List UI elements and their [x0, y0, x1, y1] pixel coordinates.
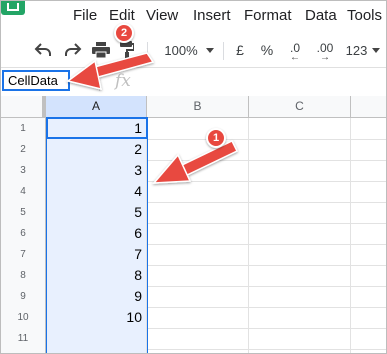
- cell-a[interactable]: [46, 328, 147, 349]
- cell-c[interactable]: [249, 139, 351, 160]
- cell-c[interactable]: [249, 265, 351, 286]
- row-header[interactable]: 9: [1, 286, 46, 307]
- cell-b[interactable]: [147, 286, 249, 307]
- spreadsheet-window: File Edit View Insert Format Data Tools …: [0, 0, 387, 354]
- row-header[interactable]: 12: [1, 349, 46, 353]
- cell-a[interactable]: [46, 349, 147, 353]
- cell-a[interactable]: 4: [46, 181, 147, 202]
- cell-c[interactable]: [249, 328, 351, 349]
- formula-bar: CellData fx: [1, 67, 386, 97]
- cell-c[interactable]: [249, 307, 351, 328]
- row-header[interactable]: 11: [1, 328, 46, 349]
- table-row: 33: [1, 160, 386, 182]
- annotation-badge-1: 1: [206, 128, 226, 148]
- cell-a[interactable]: 2: [46, 139, 147, 160]
- row-header[interactable]: 4: [1, 181, 46, 202]
- row-header[interactable]: 10: [1, 307, 46, 328]
- redo-icon[interactable]: [61, 33, 85, 67]
- table-row: 55: [1, 202, 386, 224]
- cell-b[interactable]: [147, 223, 249, 244]
- table-row: 12: [1, 349, 386, 353]
- row-header[interactable]: 5: [1, 202, 46, 223]
- table-row: 88: [1, 265, 386, 287]
- column-headers: A B C: [1, 96, 386, 118]
- cell-b[interactable]: [147, 139, 249, 160]
- column-header-c[interactable]: C: [249, 96, 351, 117]
- currency-format-button[interactable]: £: [229, 33, 251, 67]
- name-box[interactable]: CellData: [2, 70, 70, 91]
- cell-b[interactable]: [147, 307, 249, 328]
- chevron-down-icon: [372, 47, 381, 53]
- row-header[interactable]: 2: [1, 139, 46, 160]
- menu-file[interactable]: File: [73, 7, 97, 24]
- row-header[interactable]: 1: [1, 118, 46, 139]
- cell-a[interactable]: 9: [46, 286, 147, 307]
- cell-b[interactable]: [147, 118, 249, 139]
- cell-c[interactable]: [249, 244, 351, 265]
- menu-insert[interactable]: Insert: [193, 7, 231, 24]
- cell-c[interactable]: [249, 223, 351, 244]
- cell-b[interactable]: [147, 181, 249, 202]
- increase-decimals-button[interactable]: .00 →: [311, 33, 339, 67]
- cell-c[interactable]: [249, 181, 351, 202]
- annotation-badge-2: 2: [114, 23, 134, 43]
- table-row: 22: [1, 139, 386, 161]
- cell-b[interactable]: [147, 160, 249, 181]
- undo-icon[interactable]: [31, 33, 55, 67]
- cell-a[interactable]: 3: [46, 160, 147, 181]
- row-header[interactable]: 7: [1, 244, 46, 265]
- print-icon[interactable]: [90, 33, 112, 67]
- table-row: 10 10: [1, 307, 386, 329]
- toolbar: 100% £ % .0 ← .00 → 123: [1, 33, 386, 67]
- more-formats-select[interactable]: 123: [341, 33, 385, 67]
- row-header[interactable]: 8: [1, 265, 46, 286]
- percent-format-button[interactable]: %: [257, 33, 277, 67]
- cell-a[interactable]: 5: [46, 202, 147, 223]
- menu-data[interactable]: Data: [305, 7, 337, 24]
- zoom-value: 100%: [164, 42, 198, 58]
- cell-c[interactable]: [249, 349, 351, 353]
- cell-a[interactable]: 7: [46, 244, 147, 265]
- cell-b[interactable]: [147, 349, 249, 353]
- table-row: 99: [1, 286, 386, 308]
- row-header[interactable]: 3: [1, 160, 46, 181]
- table-row: 44: [1, 181, 386, 203]
- sheet-grid: A B C 11223344556677889910101112: [1, 96, 386, 353]
- table-row: 11: [1, 118, 386, 140]
- row-header[interactable]: 6: [1, 223, 46, 244]
- decrease-decimals-button[interactable]: .0 ←: [283, 33, 307, 67]
- cell-a[interactable]: 6: [46, 223, 147, 244]
- menu-tools[interactable]: Tools: [347, 7, 382, 24]
- cell-a[interactable]: 8: [46, 265, 147, 286]
- cell-b[interactable]: [147, 265, 249, 286]
- table-row: 66: [1, 223, 386, 245]
- menu-view[interactable]: View: [146, 7, 178, 24]
- menu-edit[interactable]: Edit: [109, 7, 135, 24]
- fx-icon: fx: [115, 71, 131, 91]
- menu-format[interactable]: Format: [244, 7, 292, 24]
- arrow-left-icon: ←: [290, 52, 300, 63]
- cell-b[interactable]: [147, 202, 249, 223]
- cell-c[interactable]: [249, 202, 351, 223]
- select-all-corner[interactable]: [1, 96, 46, 117]
- sheets-logo-icon[interactable]: [1, 1, 25, 15]
- cell-a[interactable]: 10: [46, 307, 147, 328]
- cell-a[interactable]: 1: [46, 118, 147, 139]
- cell-c[interactable]: [249, 286, 351, 307]
- column-header-b[interactable]: B: [147, 96, 249, 117]
- cell-b[interactable]: [147, 328, 249, 349]
- cell-b[interactable]: [147, 244, 249, 265]
- table-row: 11: [1, 328, 386, 350]
- column-header-a[interactable]: A: [46, 96, 147, 117]
- zoom-select[interactable]: 100%: [159, 33, 219, 67]
- cell-c[interactable]: [249, 118, 351, 139]
- arrow-right-icon: →: [320, 52, 330, 63]
- table-row: 77: [1, 244, 386, 266]
- more-formats-label: 123: [345, 42, 368, 58]
- cell-c[interactable]: [249, 160, 351, 181]
- menu-bar: File Edit View Insert Format Data Tools: [1, 1, 386, 33]
- chevron-down-icon: [205, 47, 214, 53]
